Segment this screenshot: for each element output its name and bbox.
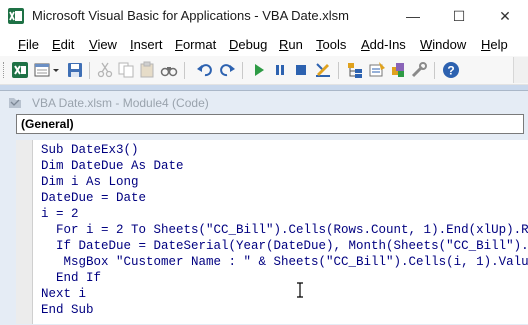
module-icon bbox=[9, 98, 21, 108]
find-icon[interactable] bbox=[160, 61, 178, 79]
undo-icon[interactable] bbox=[196, 61, 214, 79]
menu-file[interactable]: File bbox=[18, 37, 39, 52]
object-dropdown-value: (General) bbox=[21, 117, 74, 131]
title-bar: Microsoft Visual Basic for Applications … bbox=[0, 0, 528, 32]
code-line: DateDue = Date bbox=[41, 191, 147, 205]
menu-window[interactable]: Window bbox=[420, 37, 466, 52]
menu-add-ins[interactable]: Add-Ins bbox=[361, 37, 406, 52]
menu-bar: File Edit View Insert Format Debug Run T… bbox=[0, 32, 528, 56]
close-button[interactable]: ✕ bbox=[482, 0, 528, 32]
menu-debug[interactable]: Debug bbox=[229, 37, 267, 52]
toolbar-separator bbox=[242, 62, 243, 79]
menu-view[interactable]: View bbox=[89, 37, 117, 52]
copy-icon[interactable] bbox=[117, 61, 135, 79]
margin-indicator-bar[interactable] bbox=[16, 140, 33, 324]
window-title: Microsoft Visual Basic for Applications … bbox=[32, 8, 349, 23]
code-editor[interactable]: Sub DateEx3() Dim DateDue As Date Dim i … bbox=[33, 140, 528, 324]
dropdown-arrow-icon[interactable] bbox=[51, 61, 61, 79]
menu-edit[interactable]: Edit bbox=[52, 37, 74, 52]
design-mode-icon[interactable] bbox=[314, 61, 332, 79]
project-explorer-icon[interactable] bbox=[346, 61, 364, 79]
menu-insert[interactable]: Insert bbox=[130, 37, 163, 52]
code-line: Dim DateDue As Date bbox=[41, 159, 184, 173]
svg-text:?: ? bbox=[447, 64, 454, 78]
toolbox-icon[interactable] bbox=[410, 61, 428, 79]
i-beam-cursor-icon bbox=[297, 282, 303, 298]
paste-icon[interactable] bbox=[138, 61, 156, 79]
object-dropdown[interactable]: (General) bbox=[16, 114, 524, 134]
excel-icon[interactable] bbox=[11, 61, 29, 79]
menu-tools[interactable]: Tools bbox=[316, 37, 346, 52]
properties-icon[interactable] bbox=[368, 61, 386, 79]
code-line: Next i bbox=[41, 287, 87, 301]
menu-help[interactable]: Help bbox=[481, 37, 508, 52]
minimize-button[interactable]: — bbox=[390, 0, 436, 32]
code-line: Dim i As Long bbox=[41, 175, 139, 189]
toolbar-gripper[interactable] bbox=[3, 62, 7, 78]
reset-icon[interactable] bbox=[292, 61, 310, 79]
object-browser-icon[interactable] bbox=[389, 61, 407, 79]
code-line: Sub DateEx3() bbox=[41, 143, 139, 157]
toolbar-separator bbox=[434, 62, 435, 79]
excel-app-icon bbox=[8, 8, 24, 24]
toolbar-separator bbox=[89, 62, 90, 79]
code-window-title: VBA Date.xlsm - Module4 (Code) bbox=[32, 96, 209, 110]
code-line: For i = 2 To Sheets("CC_Bill").Cells(Row… bbox=[41, 223, 528, 237]
toolbar-separator bbox=[338, 62, 339, 79]
code-line: End If bbox=[41, 271, 102, 285]
save-icon[interactable] bbox=[66, 61, 84, 79]
code-line: MsgBox "Customer Name : " & Sheets("CC_B… bbox=[41, 255, 528, 269]
maximize-button[interactable]: ☐ bbox=[436, 0, 482, 32]
help-icon[interactable]: ? bbox=[442, 61, 460, 79]
run-icon[interactable] bbox=[250, 61, 268, 79]
code-line: If DateDue = DateSerial(Year(DateDue), M… bbox=[56, 239, 528, 253]
insert-object-icon[interactable] bbox=[33, 61, 51, 79]
toolbar-overflow[interactable] bbox=[513, 57, 528, 83]
menu-format[interactable]: Format bbox=[175, 37, 216, 52]
cut-icon[interactable] bbox=[96, 61, 114, 79]
redo-icon[interactable] bbox=[218, 61, 236, 79]
code-line: End Sub bbox=[41, 303, 94, 317]
menu-run[interactable]: Run bbox=[279, 37, 303, 52]
standard-toolbar: ? bbox=[0, 56, 528, 85]
toolbar-separator bbox=[184, 62, 185, 79]
code-line: i = 2 bbox=[41, 207, 79, 221]
break-icon[interactable] bbox=[271, 61, 289, 79]
